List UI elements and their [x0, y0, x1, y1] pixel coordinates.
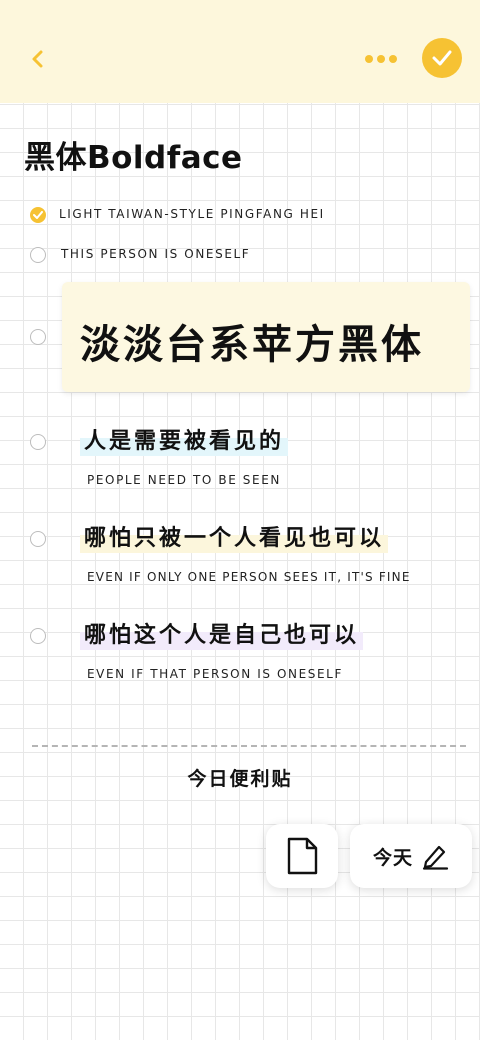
divider — [32, 745, 466, 747]
document-button[interactable] — [266, 824, 338, 888]
page-title: 黑体Boldface — [24, 140, 243, 176]
back-button[interactable] — [22, 44, 52, 74]
more-button[interactable] — [360, 46, 402, 72]
today-label: 今天 — [372, 846, 413, 869]
checkbox-checked[interactable] — [30, 207, 46, 223]
pencil-icon — [422, 845, 449, 870]
checkbox[interactable] — [30, 531, 46, 547]
item-label: THIS PERSON IS ONESELF — [61, 247, 251, 261]
item-subtitle: EVEN IF THAT PERSON IS ONESELF — [87, 667, 343, 681]
checkbox[interactable] — [30, 434, 46, 450]
top-bar — [0, 0, 480, 103]
check-icon — [33, 211, 43, 219]
today-button[interactable]: 今天 — [350, 824, 472, 888]
document-icon — [287, 837, 318, 875]
item-text: 人是需要被看见的 — [80, 428, 289, 456]
item-subtitle: EVEN IF ONLY ONE PERSON SEES IT, IT'S FI… — [87, 570, 411, 584]
item-text: 哪怕只被一个人看见也可以 — [80, 525, 389, 553]
item-text: 哪怕这个人是自己也可以 — [80, 622, 364, 650]
check-icon — [432, 50, 452, 66]
footer-label: 今日便利贴 — [187, 768, 293, 790]
item-subtitle: PEOPLE NEED TO BE SEEN — [87, 473, 281, 487]
more-dots-icon — [365, 55, 397, 63]
checkbox[interactable] — [30, 247, 46, 263]
highlight-card: 淡淡台系苹方黑体 — [62, 282, 470, 392]
done-button[interactable] — [422, 38, 462, 78]
checkbox[interactable] — [30, 329, 46, 345]
item-label: LIGHT TAIWAN-STYLE PINGFANG HEI — [59, 207, 325, 221]
card-text: 淡淡台系苹方黑体 — [80, 322, 424, 368]
checkbox[interactable] — [30, 628, 46, 644]
chevron-left-icon — [32, 50, 43, 68]
